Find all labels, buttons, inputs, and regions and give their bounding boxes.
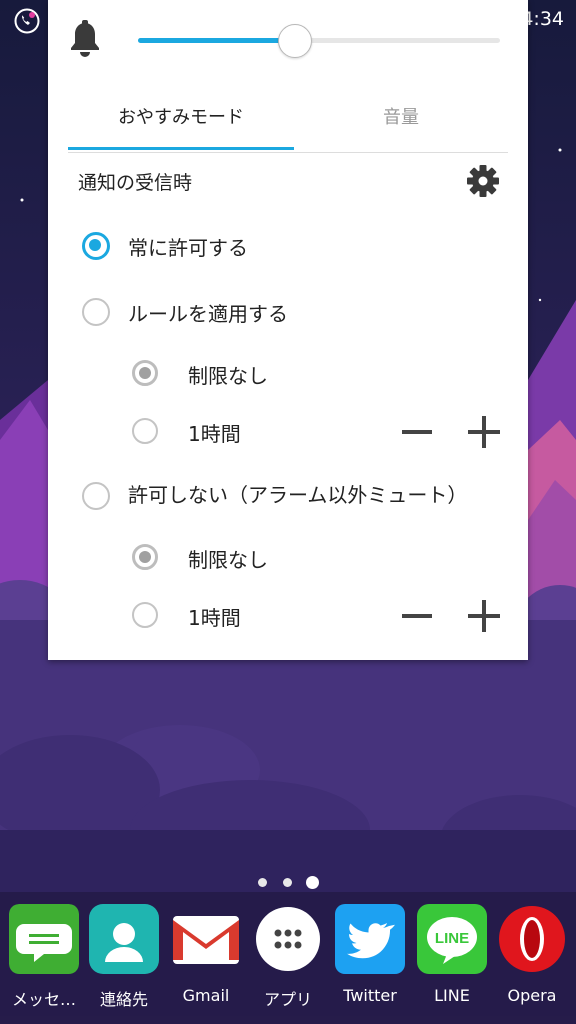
section-title: 通知の受信時 bbox=[78, 172, 193, 194]
radio-dont-allow[interactable] bbox=[82, 482, 110, 510]
radio-dont-allow-one-hour[interactable] bbox=[132, 602, 158, 628]
svg-text:LINE: LINE bbox=[435, 930, 469, 947]
dont-allow-one-hour-label: 1時間 bbox=[188, 606, 241, 630]
option-always-allow-label: 常に許可する bbox=[128, 236, 248, 260]
option-apply-rules-one-hour[interactable]: 1時間 bbox=[48, 406, 528, 456]
radio-apply-rules-one-hour[interactable] bbox=[132, 418, 158, 444]
radio-apply-rules-unlimited[interactable] bbox=[132, 360, 158, 386]
increase-duration-button[interactable] bbox=[468, 600, 500, 632]
bell-icon[interactable] bbox=[68, 20, 102, 58]
app-dock: メッセ… 連絡先 Gmail アプリ Twitter LINE LINE Ope… bbox=[0, 892, 576, 1024]
option-apply-rules[interactable]: ルールを適用する bbox=[48, 286, 528, 336]
do-not-disturb-panel: おやすみモード 音量 通知の受信時 常に許可する ルールを適用する 制限なし 1… bbox=[48, 0, 528, 660]
messages-icon bbox=[9, 904, 79, 974]
option-dont-allow-unlimited[interactable]: 制限なし bbox=[48, 532, 528, 582]
slider-fill bbox=[138, 38, 294, 43]
apply-rules-one-hour-label: 1時間 bbox=[188, 422, 241, 446]
app-drawer[interactable]: アプリ bbox=[248, 904, 328, 1010]
option-dont-allow-one-hour[interactable]: 1時間 bbox=[48, 590, 528, 640]
apply-rules-unlimited-label: 制限なし bbox=[188, 364, 268, 388]
phone-call-icon bbox=[14, 8, 40, 34]
contacts-icon bbox=[89, 904, 159, 974]
slider-thumb[interactable] bbox=[278, 24, 312, 58]
app-label: Twitter bbox=[343, 986, 397, 1005]
option-dont-allow[interactable]: 許可しない（アラーム以外ミュート） bbox=[48, 470, 528, 534]
page-indicator bbox=[0, 874, 576, 890]
option-apply-rules-label: ルールを適用する bbox=[128, 302, 288, 326]
dont-allow-unlimited-label: 制限なし bbox=[188, 548, 268, 572]
app-label: メッセ… bbox=[11, 990, 76, 1009]
app-twitter[interactable]: Twitter bbox=[330, 904, 410, 1005]
page-dot[interactable] bbox=[283, 878, 292, 887]
increase-duration-button[interactable] bbox=[468, 416, 500, 448]
app-opera[interactable]: Opera bbox=[492, 904, 572, 1005]
option-dont-allow-label: 許可しない（アラーム以外ミュート） bbox=[128, 483, 468, 507]
line-icon: LINE bbox=[417, 904, 487, 974]
radio-apply-rules[interactable] bbox=[82, 298, 110, 326]
option-always-allow[interactable]: 常に許可する bbox=[48, 220, 528, 270]
app-label: Opera bbox=[507, 986, 557, 1005]
app-drawer-icon bbox=[256, 907, 320, 971]
tab-do-not-disturb[interactable]: おやすみモード bbox=[68, 92, 294, 150]
decrease-duration-button[interactable] bbox=[402, 430, 432, 434]
app-label: アプリ bbox=[263, 990, 312, 1009]
app-label: 連絡先 bbox=[99, 990, 148, 1009]
app-line[interactable]: LINE LINE bbox=[412, 904, 492, 1005]
gear-icon[interactable] bbox=[466, 164, 500, 198]
twitter-icon bbox=[335, 904, 405, 974]
opera-icon bbox=[499, 906, 565, 972]
tab-bar: おやすみモード 音量 bbox=[68, 92, 508, 153]
app-contacts[interactable]: 連絡先 bbox=[84, 904, 164, 1010]
option-apply-rules-unlimited[interactable]: 制限なし bbox=[48, 348, 528, 398]
radio-dont-allow-unlimited[interactable] bbox=[132, 544, 158, 570]
volume-slider[interactable] bbox=[138, 24, 500, 58]
app-gmail[interactable]: Gmail bbox=[166, 904, 246, 1005]
gmail-icon bbox=[173, 916, 239, 964]
page-dot-active[interactable] bbox=[306, 876, 319, 889]
app-label: LINE bbox=[434, 986, 470, 1005]
page-dot[interactable] bbox=[258, 878, 267, 887]
app-label: Gmail bbox=[182, 986, 230, 1005]
tab-volume[interactable]: 音量 bbox=[294, 92, 508, 150]
decrease-duration-button[interactable] bbox=[402, 614, 432, 618]
radio-always-allow[interactable] bbox=[82, 232, 110, 260]
app-messages[interactable]: メッセ… bbox=[4, 904, 84, 1010]
